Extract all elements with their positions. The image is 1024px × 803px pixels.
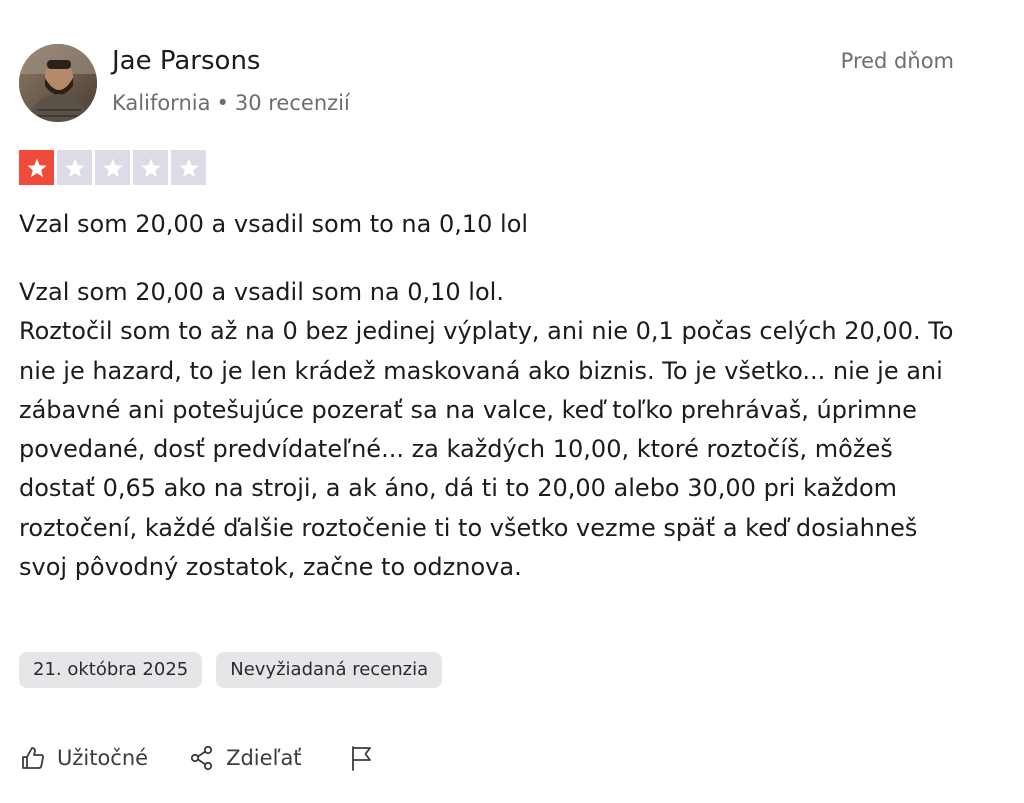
star-empty-icon	[57, 150, 92, 185]
reviewer-location: Kalifornia	[112, 91, 211, 115]
reviewer-name[interactable]: Jae Parsons	[112, 44, 260, 78]
review-title[interactable]: Vzal som 20,00 a vsadil som to na 0,10 l…	[19, 206, 979, 242]
thumbs-up-icon	[22, 747, 44, 769]
star-empty-icon	[95, 150, 130, 185]
star-empty-icon	[133, 150, 168, 185]
share-icon	[190, 745, 213, 771]
flag-icon	[351, 746, 371, 771]
review-actions: Užitočné Zdieľať	[19, 740, 375, 776]
star-filled-icon	[19, 150, 54, 185]
helpful-button[interactable]: Užitočné	[19, 744, 148, 772]
review-body: Vzal som 20,00 a vsadil som na 0,10 lol.…	[19, 273, 969, 587]
share-label: Zdieľať	[226, 746, 302, 770]
reviewer-meta: Kalifornia • 30 recenzií	[112, 88, 350, 118]
report-button[interactable]	[347, 744, 375, 772]
review-body-line: Roztočil som to až na 0 bez jedinej výpl…	[19, 317, 954, 582]
review-relative-time: Pred dňom	[840, 49, 954, 73]
star-empty-icon	[171, 150, 206, 185]
meta-separator: •	[216, 91, 229, 115]
review-card: Jae Parsons Kalifornia • 30 recenzií Pred …	[0, 0, 1024, 803]
star-rating	[19, 150, 206, 185]
review-body-line: Vzal som 20,00 a vsadil som na 0,10 lol.	[19, 278, 504, 306]
avatar-photo	[19, 44, 97, 122]
helpful-label: Užitočné	[57, 746, 149, 770]
review-tags: 21. októbra 2025 Nevyžiadaná recenzia	[19, 652, 443, 688]
reviewer-review-count: 30 recenzií	[234, 91, 350, 115]
experience-date-badge: 21. októbra 2025	[19, 652, 203, 688]
review-type-badge[interactable]: Nevyžiadaná recenzia	[216, 652, 443, 688]
avatar[interactable]	[19, 44, 97, 122]
share-button[interactable]: Zdieľať	[188, 744, 302, 772]
